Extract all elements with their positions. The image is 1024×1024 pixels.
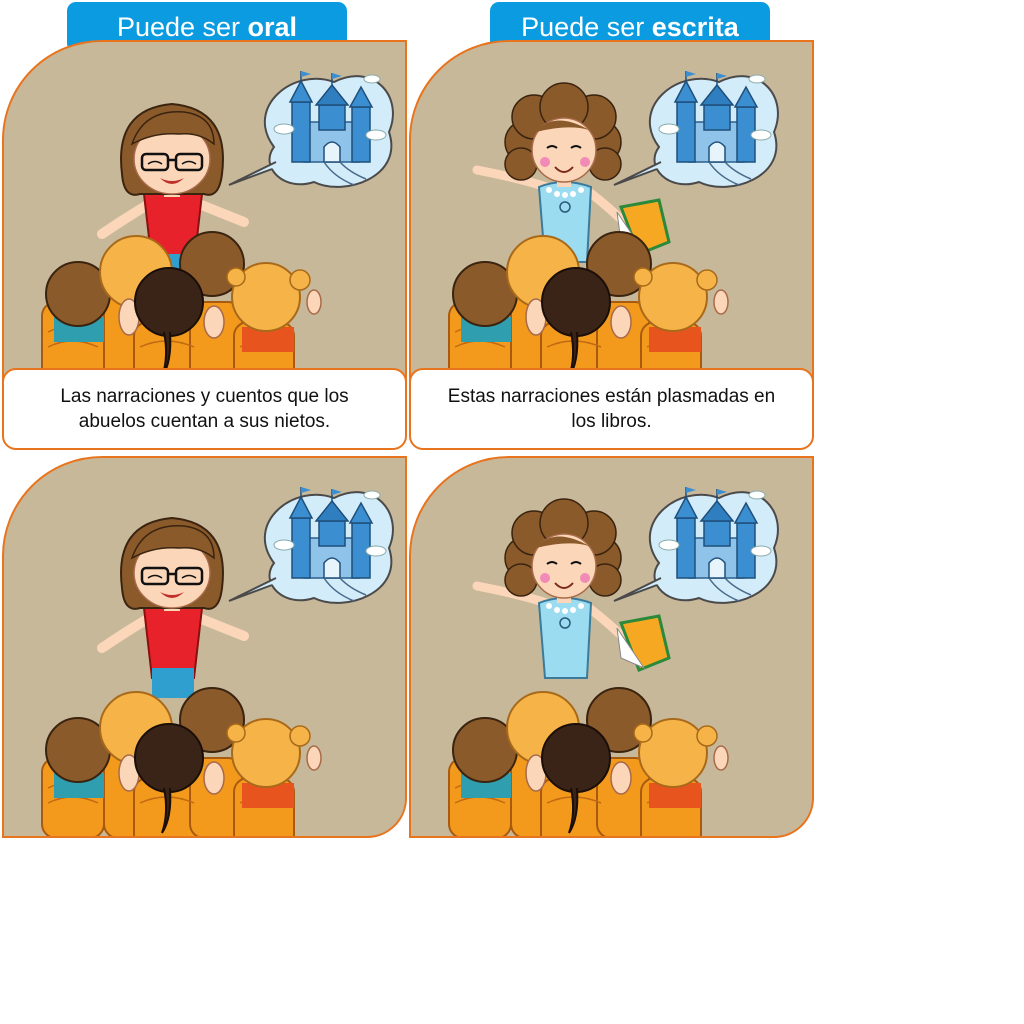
panel-oral-bottom	[2, 456, 407, 838]
panel-oral-top	[2, 40, 407, 422]
panel-escrita-top	[409, 40, 814, 422]
caption-escrita: Estas narraciones están plasmadas en los…	[409, 368, 814, 450]
caption-oral: Las narraciones y cuentos que los abuelo…	[2, 368, 407, 450]
children-illustration	[448, 687, 729, 836]
header-escrita-prefix: Puede ser	[521, 12, 652, 42]
children-illustration	[41, 687, 322, 836]
teacher-glasses-illustration	[102, 518, 244, 698]
header-oral-emphasis: oral	[247, 12, 298, 42]
panel-escrita-bottom	[409, 456, 814, 838]
header-escrita-emphasis: escrita	[651, 12, 739, 42]
header-oral-prefix: Puede ser	[116, 12, 248, 42]
